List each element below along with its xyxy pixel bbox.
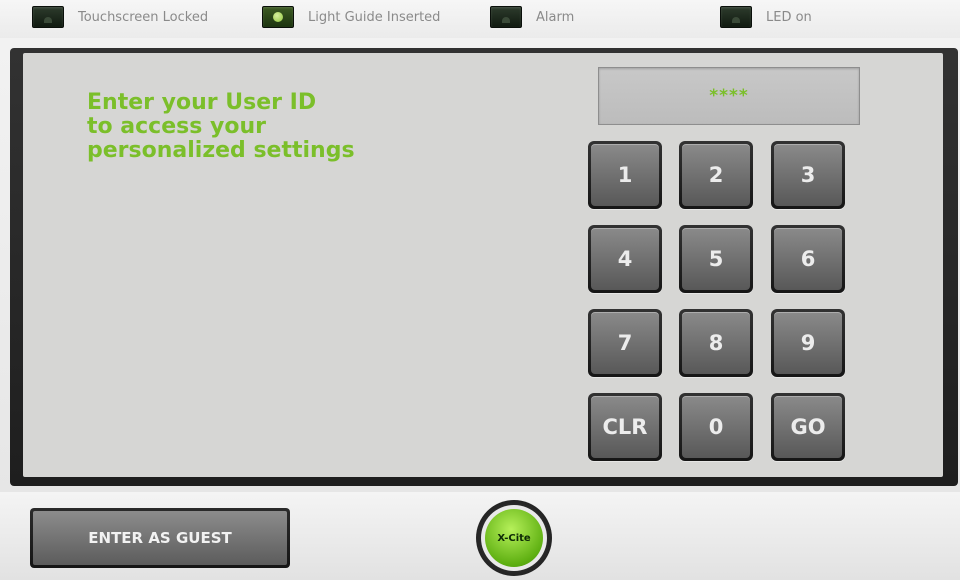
key-4[interactable]: 4 — [588, 225, 662, 293]
user-id-display: **** — [598, 67, 860, 125]
status-led-on: LED on — [720, 4, 812, 30]
key-label: 8 — [682, 312, 750, 374]
status-alarm: Alarm — [490, 4, 574, 30]
login-prompt: Enter your User ID to access your person… — [87, 90, 355, 163]
key-2[interactable]: 2 — [679, 141, 753, 209]
status-label: Alarm — [536, 9, 575, 25]
lock-indicator-icon — [32, 6, 64, 28]
key-8[interactable]: 8 — [679, 309, 753, 377]
xcite-logo: X-Cite — [485, 509, 543, 567]
key-3[interactable]: 3 — [771, 141, 845, 209]
key-label: 6 — [774, 228, 842, 290]
key-label: 2 — [682, 144, 750, 206]
clear-button[interactable]: CLR — [588, 393, 662, 461]
status-label: LED on — [766, 9, 812, 25]
key-5[interactable]: 5 — [679, 225, 753, 293]
key-6[interactable]: 6 — [771, 225, 845, 293]
bottom-bar: ENTER AS GUEST X-Cite — [0, 492, 960, 580]
key-label: CLR — [591, 396, 659, 458]
key-label: 5 — [682, 228, 750, 290]
go-button[interactable]: GO — [771, 393, 845, 461]
key-0[interactable]: 0 — [679, 393, 753, 461]
login-panel: Enter your User ID to access your person… — [10, 48, 958, 486]
guest-button-label: ENTER AS GUEST — [33, 511, 287, 565]
key-label: 4 — [591, 228, 659, 290]
alarm-indicator-icon — [490, 6, 522, 28]
key-9[interactable]: 9 — [771, 309, 845, 377]
key-label: 1 — [591, 144, 659, 206]
key-label: 3 — [774, 144, 842, 206]
key-label: 0 — [682, 396, 750, 458]
key-label: 9 — [774, 312, 842, 374]
status-label: Light Guide Inserted — [308, 9, 441, 25]
key-label: GO — [774, 396, 842, 458]
key-1[interactable]: 1 — [588, 141, 662, 209]
enter-as-guest-button[interactable]: ENTER AS GUEST — [30, 508, 290, 568]
key-label: 7 — [591, 312, 659, 374]
status-label: Touchscreen Locked — [78, 9, 209, 25]
key-7[interactable]: 7 — [588, 309, 662, 377]
login-panel-surface: Enter your User ID to access your person… — [23, 53, 943, 477]
status-light-guide-inserted: Light Guide Inserted — [262, 4, 440, 30]
xcite-home-button[interactable]: X-Cite — [476, 500, 552, 576]
led-indicator-icon — [720, 6, 752, 28]
status-touchscreen-locked: Touchscreen Locked — [32, 4, 208, 30]
status-bar: Touchscreen Locked Light Guide Inserted … — [0, 0, 960, 38]
lightbulb-indicator-icon — [262, 6, 294, 28]
